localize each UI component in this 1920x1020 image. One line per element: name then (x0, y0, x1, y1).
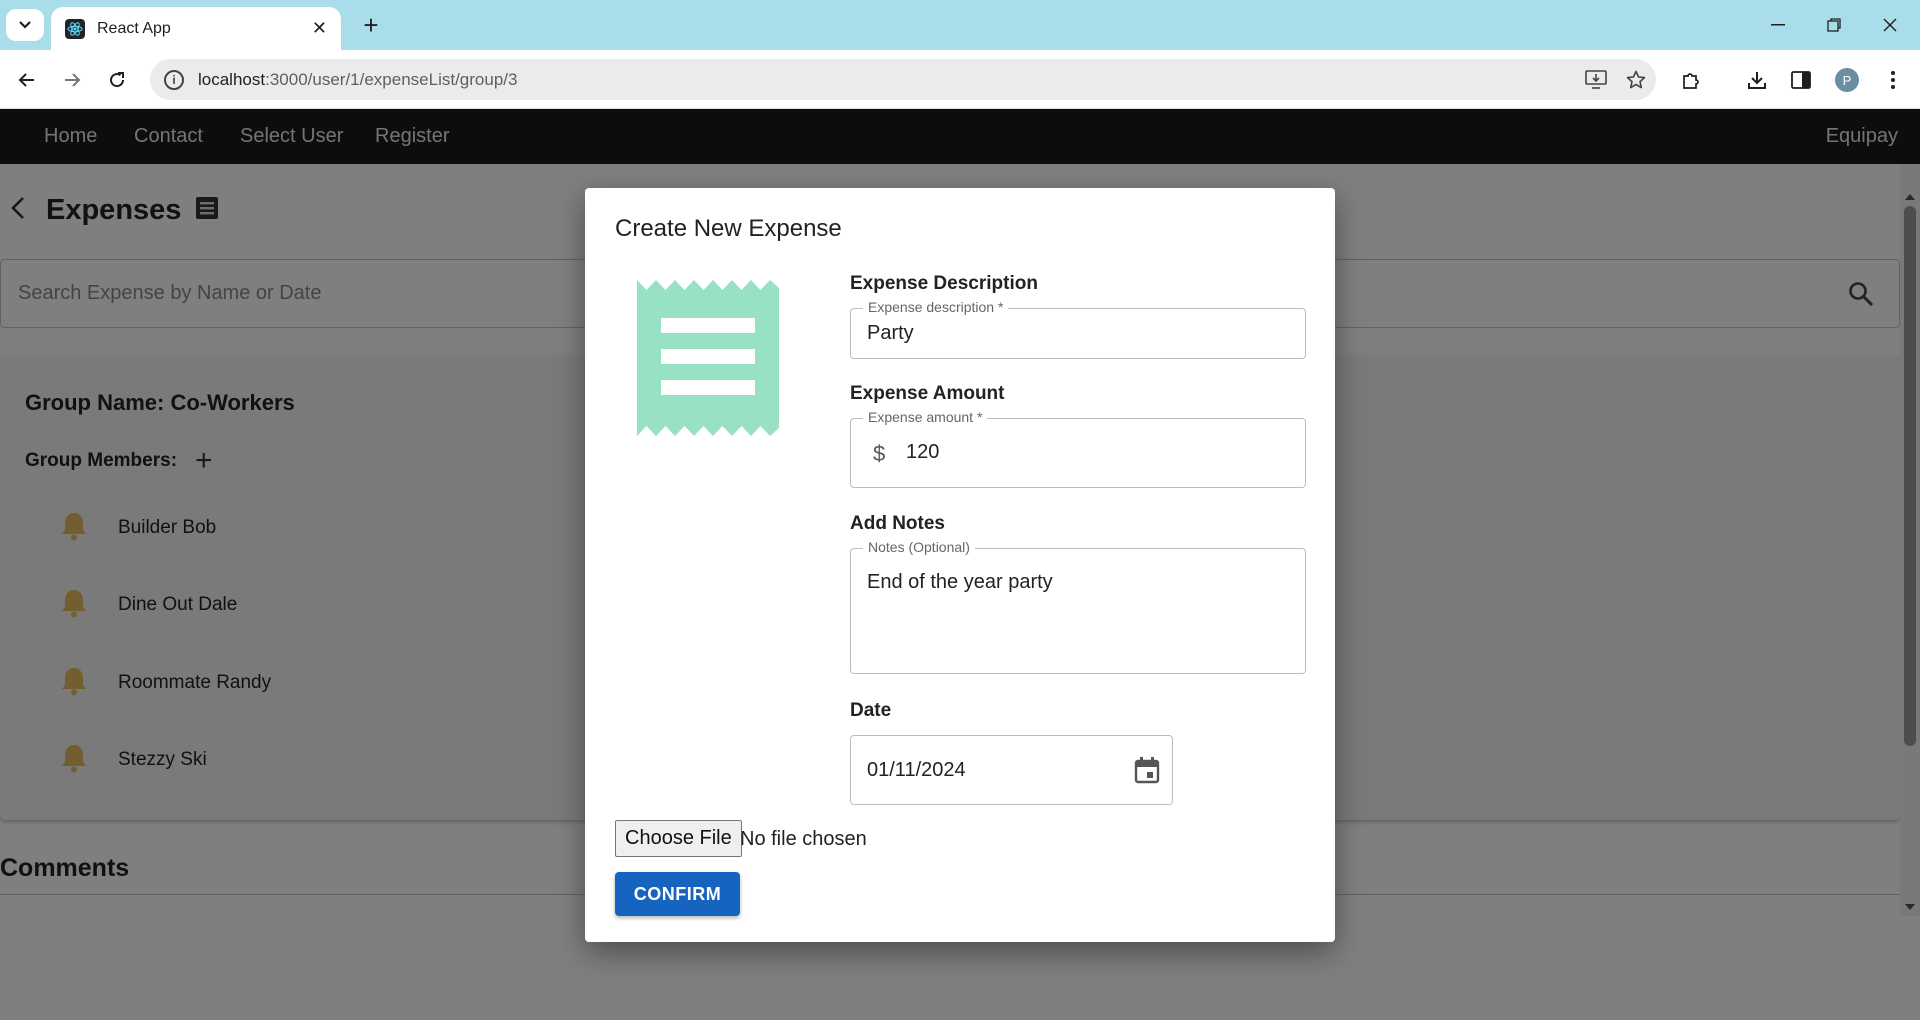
install-app-icon[interactable] (1576, 60, 1616, 100)
browser-tab[interactable]: React App ✕ (51, 7, 341, 50)
description-value: Party (867, 322, 914, 344)
tab-title: React App (97, 19, 171, 37)
tab-search-button[interactable] (6, 9, 44, 41)
chevron-down-icon (19, 21, 31, 29)
amount-floating-label: Expense amount * (863, 409, 988, 425)
back-button[interactable] (10, 63, 44, 97)
create-expense-dialog: Create New Expense Expense Description E… (585, 188, 1335, 942)
browser-toolbar: i localhost:3000/user/1/expenseList/grou… (0, 50, 1920, 109)
profile-button[interactable]: P (1830, 63, 1864, 97)
minimize-icon (1771, 24, 1785, 26)
notes-floating-label: Notes (Optional) (863, 539, 975, 555)
dialog-title: Create New Expense (615, 215, 842, 242)
tab-close-icon[interactable]: ✕ (312, 18, 327, 39)
forward-button[interactable] (55, 63, 89, 97)
downloads-button[interactable] (1740, 63, 1774, 97)
close-icon (1883, 18, 1897, 32)
kebab-menu-icon (1891, 71, 1895, 89)
reload-button[interactable] (100, 63, 134, 97)
restore-button[interactable] (1806, 8, 1862, 42)
notes-heading: Add Notes (850, 513, 945, 534)
date-heading: Date (850, 700, 892, 721)
description-floating-label: Expense description * (863, 299, 1009, 315)
extensions-button[interactable] (1674, 63, 1708, 97)
arrow-left-icon (18, 73, 34, 87)
browser-tabstrip: React App ✕ + (0, 0, 1920, 50)
notes-textarea[interactable]: Notes (Optional) End of the year party (850, 539, 1306, 674)
choose-file-button[interactable]: Choose File (615, 820, 742, 857)
reload-icon (110, 72, 125, 88)
puzzle-icon (1683, 73, 1699, 89)
calendar-icon[interactable] (1134, 756, 1160, 789)
browser-menu-button[interactable] (1876, 63, 1910, 97)
new-tab-button[interactable]: + (355, 10, 387, 40)
bookmark-star-icon[interactable] (1616, 60, 1656, 100)
url-path: :3000/user/1/expenseList/group/3 (265, 69, 518, 89)
expense-description-field[interactable]: Expense description * Party (850, 299, 1306, 359)
amount-heading: Expense Amount (850, 383, 1005, 404)
address-bar[interactable]: i localhost:3000/user/1/expenseList/grou… (150, 59, 1656, 100)
restore-icon (1827, 18, 1841, 32)
react-logo-icon (65, 18, 85, 39)
minimize-button[interactable] (1750, 8, 1806, 42)
date-value: 01/11/2024 (867, 759, 966, 781)
receipt-icon (637, 280, 779, 441)
arrow-right-icon (65, 73, 81, 87)
url-host: localhost (198, 69, 266, 89)
description-heading: Expense Description (850, 273, 1038, 294)
notes-value: End of the year party (867, 571, 1053, 593)
side-panel-icon (1791, 71, 1811, 89)
date-field[interactable]: 01/11/2024 (850, 735, 1173, 805)
amount-value: 120 (906, 441, 940, 463)
site-info-icon[interactable]: i (164, 69, 184, 90)
confirm-button[interactable]: CONFIRM (615, 872, 740, 916)
expense-amount-field[interactable]: Expense amount * $ 120 (850, 409, 1306, 488)
download-icon (1748, 72, 1766, 89)
file-status-text: No file chosen (740, 828, 867, 850)
side-panel-button[interactable] (1784, 63, 1818, 97)
close-window-button[interactable] (1862, 8, 1918, 42)
avatar: P (1835, 68, 1859, 92)
url-text: localhost:3000/user/1/expenseList/group/… (198, 70, 1576, 90)
dollar-icon: $ (873, 441, 886, 466)
